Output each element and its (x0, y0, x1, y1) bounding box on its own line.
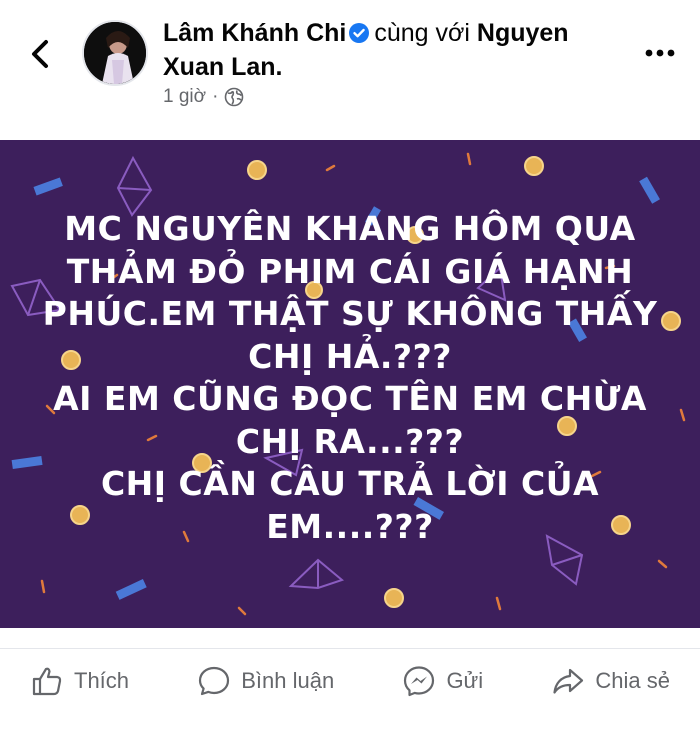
footer-spacer (0, 712, 700, 733)
comment-button[interactable]: Bình luận (197, 664, 334, 698)
avatar[interactable] (82, 20, 148, 86)
verified-badge-icon (349, 23, 370, 43)
chevron-left-icon (32, 40, 48, 68)
post-content-card: MC NGUYÊN KHANG HÔM QUA THẢM ĐỎ PHIM CÁI… (0, 140, 700, 628)
post-title: Lâm Khánh Chi cùng với Nguyen Xuan Lan. (163, 16, 613, 84)
back-button[interactable] (22, 34, 62, 74)
post-text-line: EM....??? (266, 506, 434, 546)
like-label: Thích (74, 667, 130, 693)
post-text-line: PHÚC.EM THẬT SỰ KHÔNG THẤY (42, 294, 658, 333)
globe-icon (225, 87, 244, 107)
comment-bubble-icon (199, 666, 230, 695)
share-label: Chia sẻ (595, 667, 670, 693)
post-actions-bar: Thích Bình luận Gửi Chia sẻ (0, 648, 700, 712)
messenger-icon (404, 665, 435, 696)
share-button[interactable]: Chia sẻ (551, 664, 670, 698)
post-text-line: AI EM CŨNG ĐỌC TÊN EM CHỪA (53, 379, 647, 418)
meta-separator: · (212, 86, 219, 107)
send-label: Gửi (446, 667, 484, 693)
post-meta: 1 giờ · (163, 86, 244, 108)
more-dots-icon (645, 49, 675, 57)
post-header: Lâm Khánh Chi cùng với Nguyen Xuan Lan. 1… (0, 0, 700, 140)
post-text-line: CHỊ CẦN CÂU TRẢ LỜI CỦA (100, 464, 600, 503)
post-text: MC NGUYÊN KHANG HÔM QUA THẢM ĐỎ PHIM CÁI… (40, 208, 660, 548)
post-text-line: CHỊ HẢ.??? (248, 336, 452, 376)
like-button[interactable]: Thích (30, 664, 129, 698)
thumbs-up-icon (32, 667, 62, 695)
more-options-button[interactable] (640, 38, 680, 68)
post-text-line: THẢM ĐỎ PHIM CÁI GIÁ HẠNH (66, 251, 634, 291)
author-name[interactable]: Lâm Khánh Chi (163, 19, 346, 47)
post-time[interactable]: 1 giờ (163, 86, 206, 108)
post-text-line: MC NGUYÊN KHANG HÔM QUA (64, 209, 636, 248)
send-button[interactable]: Gửi (402, 664, 483, 698)
avatar-image (84, 22, 146, 84)
with-text: cùng với (374, 19, 470, 47)
comment-label: Bình luận (241, 667, 335, 693)
share-arrow-icon (553, 668, 584, 694)
post-text-line: CHỊ RA...??? (235, 421, 465, 461)
